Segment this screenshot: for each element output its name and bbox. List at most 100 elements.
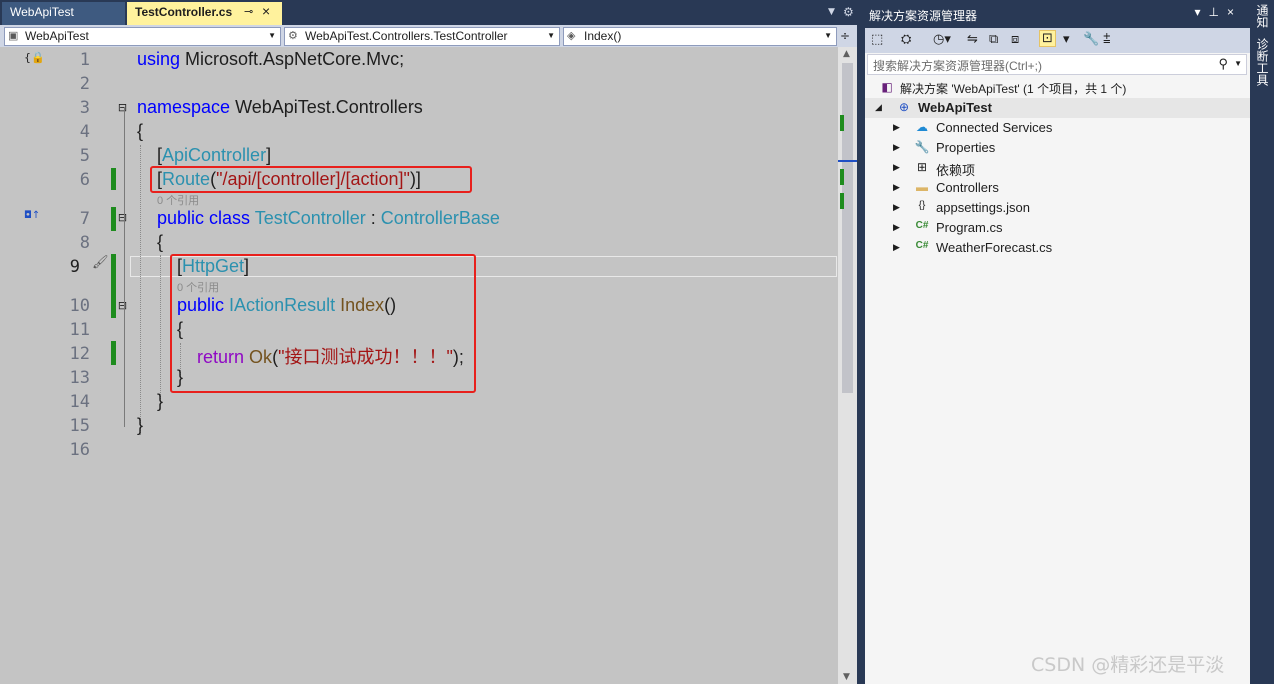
line-number: 10 <box>69 296 90 316</box>
line-number: 5 <box>79 146 90 166</box>
change-indicator <box>111 207 116 231</box>
indent-guide <box>160 255 161 403</box>
line-number: 3 <box>79 98 90 118</box>
collapsed-arrow-icon[interactable]: ▶ <box>893 242 900 253</box>
tree-node-dependencies[interactable]: ▶ ⊞ 依赖项 <box>865 158 1250 178</box>
tree-node-weatherforecast[interactable]: ▶ C# WeatherForecast.cs <box>865 238 1250 258</box>
tree-node-label: Program.cs <box>936 220 1003 235</box>
line-number: 8 <box>79 233 90 253</box>
tab-notifications[interactable]: 通知 <box>1253 4 1271 34</box>
tab-webapitest[interactable]: WebApiTest <box>2 2 125 25</box>
code-text: } <box>157 391 164 411</box>
tree-node-label: WebApiTest <box>918 100 992 115</box>
method-icon: ◈ <box>567 30 576 42</box>
scroll-down-icon[interactable]: ▼ <box>843 672 850 682</box>
member-combo[interactable]: ◈ Index() ▼ <box>563 27 837 46</box>
collapsed-arrow-icon[interactable]: ▶ <box>893 202 900 213</box>
show-all-files-icon[interactable]: ⧈ <box>1011 32 1019 47</box>
route-highlight-box <box>150 166 472 193</box>
tree-node-connected-services[interactable]: ▶ ☁ Connected Services <box>865 118 1250 138</box>
scroll-up-icon[interactable]: ▲ <box>843 49 850 59</box>
tab-list-dropdown-icon[interactable]: ▼ <box>828 7 835 17</box>
code-line-4: { <box>137 121 143 142</box>
line-number: 11 <box>69 320 90 340</box>
solution-explorer-title-bar: 解决方案资源管理器 ▾⊥× <box>865 0 1250 28</box>
codelens-references[interactable]: 0 个引用 <box>157 192 199 208</box>
line-number: 9 <box>69 257 80 277</box>
tab-testcontroller[interactable]: TestController.cs ⊸ × <box>127 2 282 25</box>
tree-node-controllers[interactable]: ▶ ▬ Controllers <box>865 178 1250 198</box>
web-project-icon: ⊕ <box>898 100 910 114</box>
vertical-scrollbar[interactable]: ▲ ▼ <box>838 47 857 684</box>
collapse-all-icon[interactable]: ⧉ <box>989 32 998 47</box>
member-combo-value: Index() <box>584 29 622 43</box>
quick-action-icon[interactable]: 🖌 <box>92 255 109 270</box>
tree-node-program[interactable]: ▶ C# Program.cs <box>865 218 1250 238</box>
line-number: 2 <box>79 74 90 94</box>
collapse-toggle[interactable]: ⊟ <box>117 300 128 312</box>
code-area[interactable]: {🔒 1 2 3 4 5 6 7 8 9 10 11 12 13 14 15 1… <box>0 47 857 684</box>
scrollbar-thumb[interactable] <box>842 63 853 393</box>
close-icon[interactable]: × <box>262 3 270 19</box>
pane-splitter[interactable] <box>857 0 865 684</box>
project-combo[interactable]: ▣ WebApiTest ▼ <box>4 27 281 46</box>
tree-node-label: 依赖项 <box>936 163 976 178</box>
search-icon[interactable]: ⚲ <box>1218 56 1228 72</box>
keyword: namespace <box>137 97 231 117</box>
collapse-toggle[interactable]: ⊟ <box>117 102 128 114</box>
gear-icon[interactable]: ⚙ <box>843 5 854 19</box>
ide-window: WebApiTest TestController.cs ⊸ × ▼ ⚙ ▣ W… <box>0 0 1274 684</box>
close-icon[interactable]: × <box>1227 5 1242 19</box>
code-line-5: [ApiController] <box>157 145 271 166</box>
tree-node-label: Properties <box>936 140 996 155</box>
project-combo-value: WebApiTest <box>25 29 89 43</box>
switch-views-icon[interactable]: ⬚ <box>871 32 883 47</box>
collapsed-arrow-icon[interactable]: ▶ <box>893 122 900 133</box>
collapsed-arrow-icon[interactable]: ▶ <box>893 162 900 173</box>
sync-icon[interactable]: ⇋ <box>967 32 978 47</box>
line-number: 12 <box>69 344 90 364</box>
tree-node-appsettings[interactable]: ▶ {} appsettings.json <box>865 198 1250 218</box>
history-icon[interactable]: ◷▾ <box>933 32 951 47</box>
class-combo[interactable]: ⚙ WebApiTest.Controllers.TestController … <box>284 27 560 46</box>
lock-icon: {🔒 <box>24 51 45 64</box>
change-indicator <box>111 341 116 365</box>
tree-node-properties[interactable]: ▶ 🔧 Properties <box>865 138 1250 158</box>
expanded-arrow-icon[interactable]: ◢ <box>875 102 882 113</box>
line-number: 6 <box>79 170 90 190</box>
watermark: CSDN @精彩还是平淡 <box>1031 654 1225 676</box>
pending-changes-icon[interactable]: ⛭ <box>901 32 911 47</box>
tree-node-project[interactable]: ◢ ⊕ WebApiTest <box>865 98 1250 118</box>
reference-arrow-icon[interactable]: ◘↑ <box>24 210 40 221</box>
filter-icon[interactable]: ⩲ <box>1103 32 1111 47</box>
properties-wrench-icon[interactable]: 🔧 <box>1083 32 1099 47</box>
tree-node-solution[interactable]: ◧ 解决方案 'WebApiTest' (1 个项目，共 1 个) <box>865 78 1250 98</box>
tree-node-label: appsettings.json <box>936 200 1030 215</box>
code-line-14: } <box>157 391 163 412</box>
pin-icon[interactable]: ⊥ <box>1209 5 1227 19</box>
keyword: using <box>137 49 181 69</box>
chevron-down-icon[interactable]: ▼ <box>1234 59 1242 68</box>
collapsed-arrow-icon[interactable]: ▶ <box>893 182 900 193</box>
pin-icon[interactable]: ⊸ <box>244 5 253 18</box>
class-combo-value: WebApiTest.Controllers.TestController <box>305 29 508 43</box>
class-icon: ⚙ <box>288 30 298 42</box>
code-text: } <box>137 415 144 435</box>
collapsed-arrow-icon[interactable]: ▶ <box>893 142 900 153</box>
chevron-down-icon: ▼ <box>268 31 276 40</box>
project-icon: ▣ <box>8 30 19 42</box>
solution-explorer-toolbar: ⬚ ⛭ ◷▾ ⇋ ⧉ ⧈ ⊡ ▾ 🔧 ⩲ <box>865 28 1250 53</box>
code-text: : <box>365 208 381 228</box>
code-line-3: namespace WebApiTest.Controllers <box>137 97 423 118</box>
chevron-down-icon[interactable]: ▾ <box>1063 32 1070 47</box>
collapse-toggle[interactable]: ⊟ <box>117 212 128 224</box>
preview-selected-icon[interactable]: ⊡ <box>1039 30 1056 47</box>
line-number: 4 <box>79 122 90 142</box>
collapsed-arrow-icon[interactable]: ▶ <box>893 222 900 233</box>
chevron-down-icon[interactable]: ▾ <box>1195 5 1209 19</box>
tab-diagnostic-tools[interactable]: 诊断工具 <box>1253 38 1271 98</box>
solution-icon: ◧ <box>881 80 893 94</box>
split-view-icon[interactable]: ÷ <box>840 29 850 43</box>
solution-search-input[interactable]: 搜索解决方案资源管理器(Ctrl+;) ⚲ ▼ <box>867 54 1247 75</box>
code-line-8: { <box>157 232 163 253</box>
